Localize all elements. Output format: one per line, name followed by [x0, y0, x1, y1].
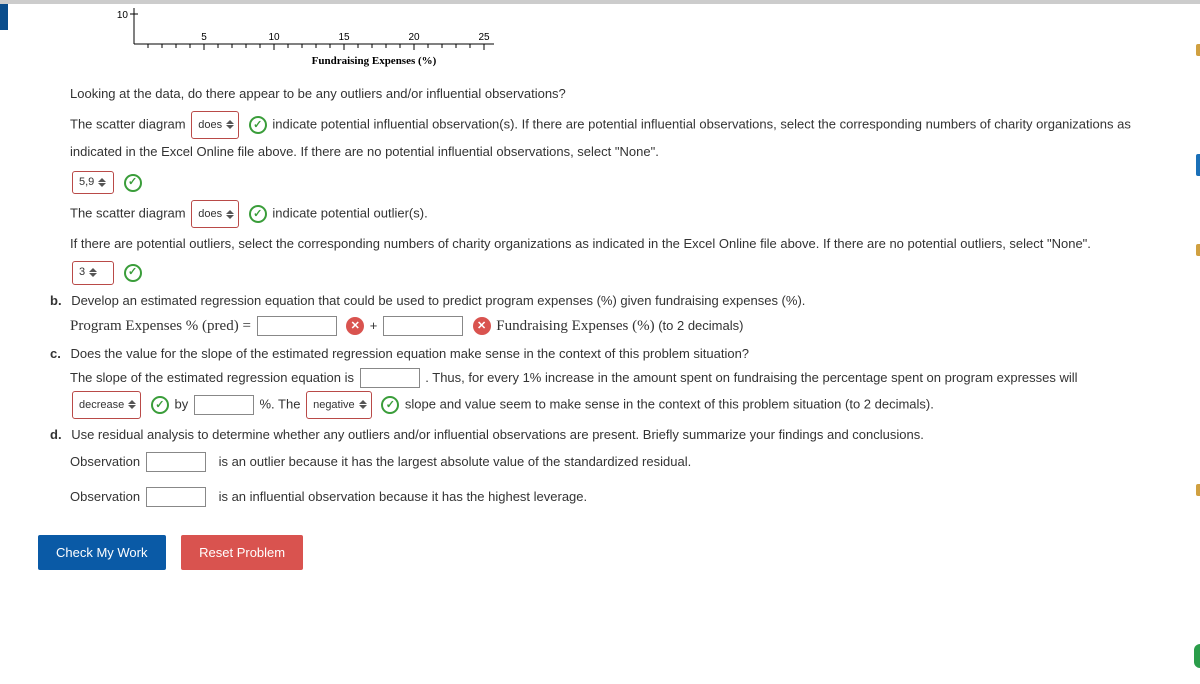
text-c-1a: The slope of the estimated regression eq…: [70, 370, 354, 385]
text-d-l2: is an influential observation because it…: [219, 489, 588, 504]
stepper-icon: [226, 120, 234, 129]
input-intercept[interactable]: [257, 316, 337, 336]
select-outlier-numbers[interactable]: 3: [72, 261, 114, 285]
x-tick-15: 15: [338, 32, 350, 43]
stepper-icon: [128, 400, 136, 409]
observation-word-1: Observation: [70, 454, 140, 469]
x-tick-25: 25: [478, 32, 490, 43]
input-influential-obs[interactable]: [146, 487, 206, 507]
x-tick-20: 20: [408, 32, 420, 43]
prompt-c: Does the value for the slope of the esti…: [70, 346, 749, 361]
decimals-note: (to 2 decimals): [658, 318, 743, 333]
prompt-b: Develop an estimated regression equation…: [71, 293, 805, 308]
check-my-work-button[interactable]: Check My Work: [38, 535, 166, 570]
select-does-2[interactable]: does: [191, 200, 239, 228]
check-icon: ✓: [381, 396, 399, 414]
select-negative[interactable]: negative: [306, 391, 372, 419]
text-d-l1: is an outlier because it has the largest…: [219, 454, 692, 469]
y-tick-10: 10: [117, 10, 129, 21]
wrong-icon: ✕: [473, 317, 491, 335]
x-tick-5: 5: [201, 32, 207, 43]
text-scatter-2b: indicate potential outlier(s).: [272, 206, 427, 221]
equation-rhs-label: Fundraising Expenses (%): [496, 318, 654, 334]
equation-lhs: Program Expenses % (pred) =: [70, 318, 251, 334]
check-icon: ✓: [151, 396, 169, 414]
select-influential-value: 5,9: [79, 174, 94, 192]
stepper-icon: [98, 178, 106, 187]
check-icon: ✓: [124, 264, 142, 282]
label-c: c.: [50, 346, 61, 361]
label-b: b.: [50, 293, 62, 308]
text-scatter-1a: The scatter diagram: [70, 116, 186, 131]
select-does-2-value: does: [198, 203, 222, 225]
check-icon: ✓: [249, 205, 267, 223]
observation-word-2: Observation: [70, 489, 140, 504]
input-slope-value[interactable]: [360, 368, 420, 388]
select-negative-value: negative: [313, 394, 355, 416]
select-influential-numbers[interactable]: 5,9: [72, 171, 114, 195]
label-d: d.: [50, 427, 62, 442]
input-by-percent[interactable]: [194, 395, 254, 415]
select-does-1-value: does: [198, 114, 222, 136]
plus-sign: +: [370, 318, 378, 333]
select-decrease-value: decrease: [79, 394, 124, 416]
text-c-end: slope and value seem to make sense in th…: [405, 396, 934, 411]
x-tick-10: 10: [268, 32, 280, 43]
check-icon: ✓: [124, 174, 142, 192]
reset-problem-button[interactable]: Reset Problem: [181, 535, 303, 570]
chart-axis-fragment: 10 5: [94, 8, 1160, 72]
stepper-icon: [226, 210, 234, 219]
select-outlier-value: 3: [79, 264, 85, 282]
text-outlier-instruction: If there are potential outliers, select …: [70, 234, 1160, 255]
text-scatter-2a: The scatter diagram: [70, 206, 186, 221]
input-slope[interactable]: [383, 316, 463, 336]
text-pct-the: %. The: [260, 396, 301, 411]
input-outlier-obs[interactable]: [146, 452, 206, 472]
stepper-icon: [359, 400, 367, 409]
text-c-1b: . Thus, for every 1% increase in the amo…: [425, 370, 1077, 385]
question-outliers: Looking at the data, do there appear to …: [70, 84, 1160, 105]
select-decrease[interactable]: decrease: [72, 391, 141, 419]
select-does-1[interactable]: does: [191, 111, 239, 139]
stepper-icon: [89, 268, 97, 277]
check-icon: ✓: [249, 116, 267, 134]
prompt-d: Use residual analysis to determine wheth…: [71, 427, 924, 442]
text-by: by: [175, 396, 189, 411]
x-axis-label: Fundraising Expenses (%): [312, 55, 437, 67]
wrong-icon: ✕: [346, 317, 364, 335]
